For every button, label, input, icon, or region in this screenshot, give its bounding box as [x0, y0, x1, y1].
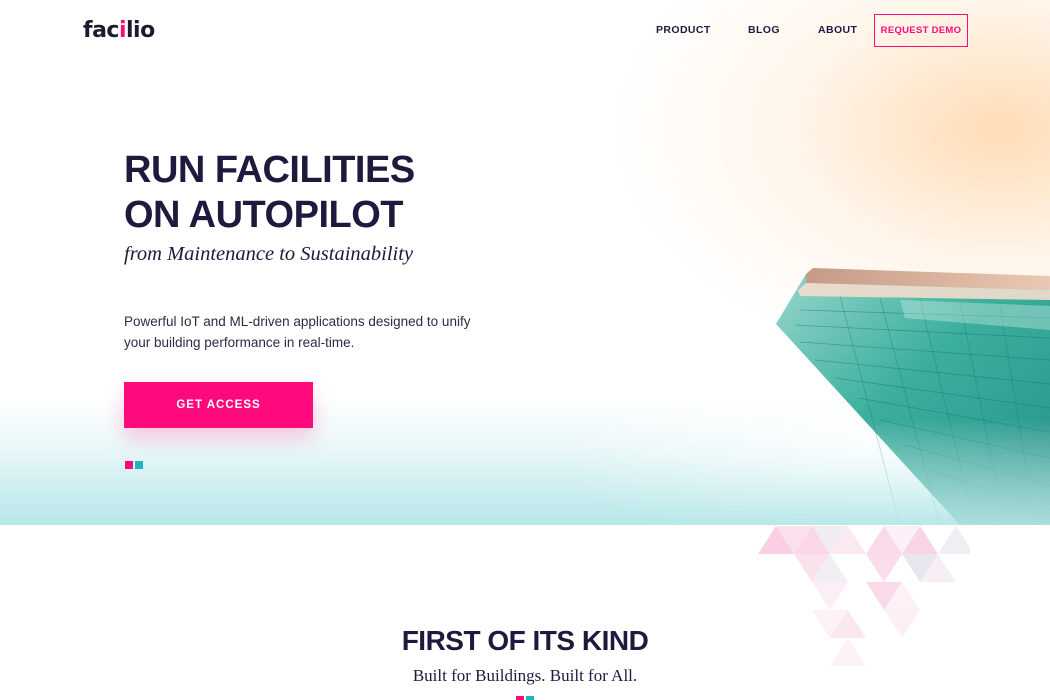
- logo-text-start: fac: [83, 18, 119, 43]
- slide-indicator: [125, 461, 143, 469]
- section-title: FIRST OF ITS KIND: [401, 625, 649, 656]
- nav-product-link[interactable]: PRODUCT: [656, 24, 711, 36]
- hero-headline: RUN FACILITIES ON AUTOPILOT: [124, 148, 415, 238]
- slide-dot-active[interactable]: [125, 461, 133, 469]
- request-demo-button[interactable]: REQUEST DEMO: [874, 14, 968, 47]
- nav-about-link[interactable]: ABOUT: [818, 24, 857, 36]
- slide-dot[interactable]: [135, 461, 143, 469]
- description-line-1: Powerful IoT and ML-driven applications …: [124, 314, 471, 329]
- section-dot-pink: [516, 696, 524, 700]
- headline-line-2: ON AUTOPILOT: [124, 194, 403, 236]
- section-dot-teal: [526, 696, 534, 700]
- section-dots: [516, 696, 534, 700]
- headline-line-1: RUN FACILITIES: [124, 149, 415, 191]
- hero-description: Powerful IoT and ML-driven applications …: [124, 311, 484, 353]
- logo-text-end: lio: [126, 18, 155, 43]
- hero-subheading: from Maintenance to Sustainability: [124, 243, 414, 265]
- facilio-logo[interactable]: facilio: [83, 18, 155, 43]
- get-access-button[interactable]: GET ACCESS: [124, 382, 313, 428]
- nav-blog-link[interactable]: BLOG: [748, 24, 780, 36]
- section-subtitle: Built for Buildings. Built for All.: [412, 666, 638, 685]
- description-line-2: your building performance in real-time.: [124, 335, 355, 350]
- logo-i-accent: i: [118, 18, 127, 43]
